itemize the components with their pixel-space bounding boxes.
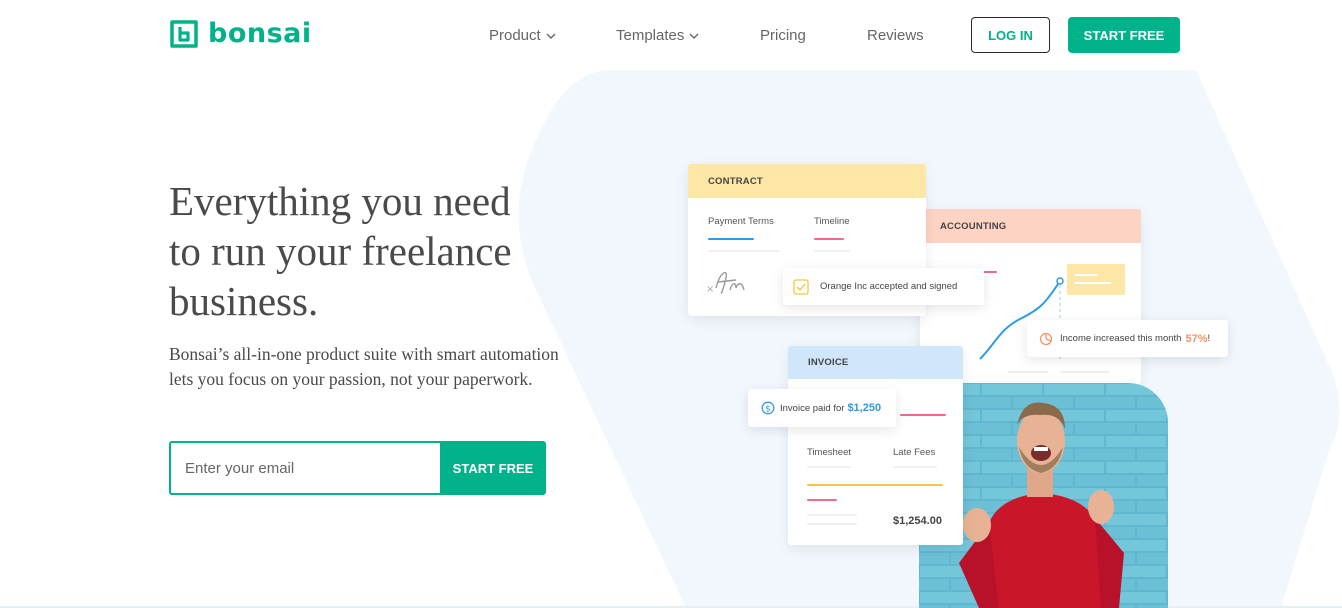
paid-amount: $1,250 (847, 402, 882, 414)
invoice-total: $1,254.00 (893, 515, 942, 527)
bonsai-logo-icon (170, 19, 198, 48)
email-signup-form: START FREE (169, 441, 546, 495)
nav-product-label: Product (489, 27, 541, 44)
svg-text:×: × (706, 284, 714, 295)
email-start-free-button[interactable]: START FREE (440, 441, 546, 495)
invoice-card: INVOICE Timesheet Late Fees $1,254.00 (788, 346, 963, 545)
late-fees-label: Late Fees (893, 447, 936, 458)
nav-pricing-label: Pricing (760, 27, 806, 44)
hero-subtitle: Bonsai’s all-in-one product suite with s… (169, 344, 559, 389)
pie-chart-icon (1039, 332, 1053, 345)
top-navigation: bonsai Product Templates Pricing Reviews… (0, 0, 1342, 70)
chevron-down-icon (689, 33, 699, 39)
paid-text: Invoice paid for (780, 402, 845, 414)
income-suffix: ! (1207, 333, 1211, 344)
accounting-header: ACCOUNTING (920, 209, 1141, 243)
nav-reviews[interactable]: Reviews (867, 27, 924, 44)
contract-header: CONTRACT (688, 164, 926, 198)
invoice-paid-notification: $ Invoice paid for $1,250 (748, 389, 896, 427)
income-value: 57% (1185, 332, 1208, 345)
income-notification: Income increased this month 57% ! (1027, 320, 1228, 357)
checkbox-icon (793, 278, 809, 295)
invoice-header: INVOICE (788, 346, 963, 379)
signature-icon: × (706, 271, 745, 295)
chevron-down-icon (546, 33, 556, 39)
nav-templates[interactable]: Templates (616, 27, 700, 44)
signed-notification: Orange Inc accepted and signed (783, 268, 984, 305)
signed-text: Orange Inc accepted and signed (820, 281, 958, 292)
nav-product[interactable]: Product (489, 27, 557, 44)
accounting-tooltip-box (1067, 264, 1125, 295)
svg-text:$: $ (765, 405, 770, 415)
login-button[interactable]: LOG IN (971, 17, 1050, 53)
nav-pricing[interactable]: Pricing (760, 27, 806, 44)
brand-name: bonsai (208, 18, 312, 49)
email-input[interactable] (169, 441, 440, 495)
timeline-label: Timeline (814, 216, 850, 227)
income-text: Income increased this month (1060, 333, 1182, 344)
start-free-button[interactable]: START FREE (1068, 17, 1180, 53)
dollar-coin-icon: $ (761, 401, 775, 415)
timesheet-label: Timesheet (807, 447, 851, 458)
payment-terms-label: Payment Terms (708, 216, 774, 227)
hero-title: Everything you need to run your freelanc… (169, 178, 512, 324)
logo[interactable]: bonsai (169, 18, 312, 49)
nav-templates-label: Templates (616, 27, 685, 44)
nav-reviews-label: Reviews (867, 27, 924, 44)
